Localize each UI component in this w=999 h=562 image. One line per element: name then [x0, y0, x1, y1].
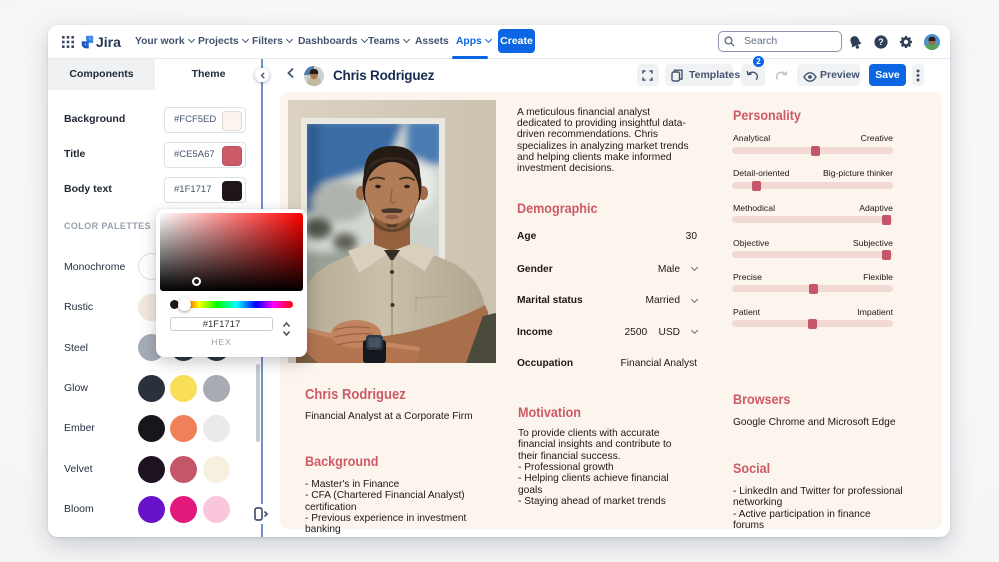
svg-text:?: ?: [878, 37, 884, 47]
